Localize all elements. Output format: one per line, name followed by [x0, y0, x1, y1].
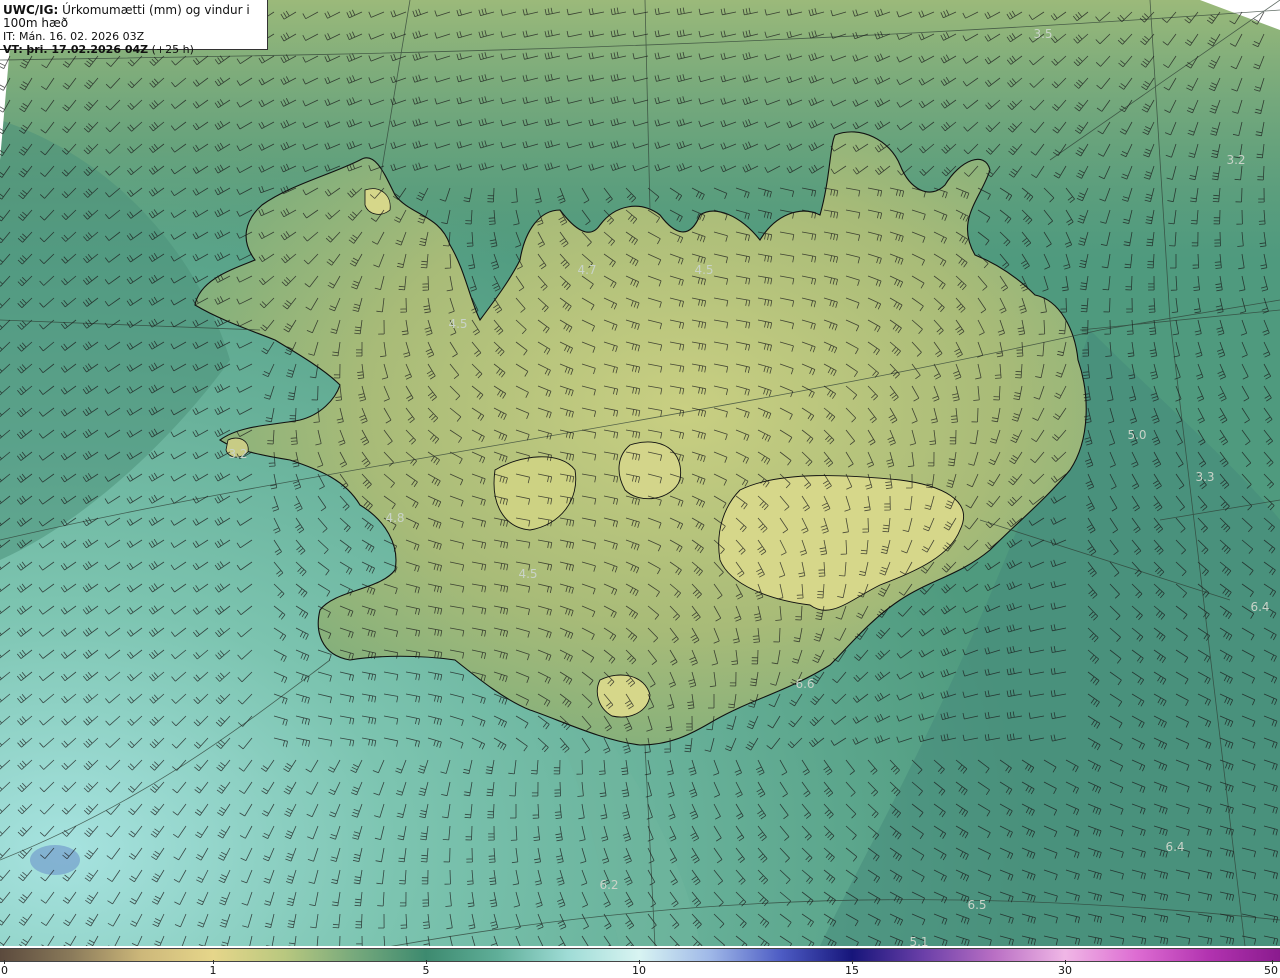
- value-label: 3.2: [1226, 153, 1245, 167]
- value-label: 4.5: [694, 263, 713, 277]
- value-label: 4.5: [448, 317, 467, 331]
- cb-seg-30-50: [1065, 949, 1280, 961]
- map-area[interactable]: 3.5 3.2 4.7 4.5 4.5 3.2 4.8 4.5 5.0 3.3 6.4 6.6 6.4 6…: [0, 0, 1280, 946]
- value-label: 4.5: [518, 567, 537, 581]
- value-label: 3.2: [228, 447, 247, 461]
- colorbar-tick-label: 5: [422, 964, 430, 977]
- value-label: 3.5: [1033, 27, 1052, 41]
- glacier-hofsjokull: [618, 441, 682, 500]
- info-box: UWC/IG: Úrkomumætti (mm) og vindur i 100…: [0, 0, 268, 56]
- init-time: IT: Mán. 16. 02. 2026 03Z: [3, 30, 145, 43]
- model-name: UWC/IG:: [3, 3, 59, 17]
- value-label: 5.1: [909, 935, 928, 946]
- colorbar-tick-label: 0: [1, 964, 8, 977]
- valid-prefix: VT:: [3, 43, 23, 56]
- value-label: 6.2: [599, 878, 618, 892]
- value-label: 4.8: [385, 511, 404, 525]
- title-line: UWC/IG: Úrkomumætti (mm) og vindur i 100…: [3, 4, 267, 30]
- valid-time: þri. 17.02.2026 04Z: [26, 43, 149, 56]
- cb-seg-5-10: [426, 949, 639, 961]
- value-label: 6.4: [1165, 840, 1184, 854]
- colorbar: 0 1 5 10 15 30 50: [0, 948, 1280, 978]
- value-label: 4.7: [577, 263, 596, 277]
- valid-line: VT: þri. 17.02.2026 04Z (+25 h): [3, 43, 267, 56]
- forecast-offset: (+25 h): [151, 43, 194, 56]
- cb-seg-10-15: [639, 949, 852, 961]
- colorbar-tick-label: 15: [845, 964, 859, 977]
- cb-seg-0-1: [0, 949, 213, 961]
- cb-seg-1-5: [213, 949, 426, 961]
- colorbar-tick-label: 10: [632, 964, 646, 977]
- value-label: 3.3: [1195, 470, 1214, 484]
- precipitation-map: 3.5 3.2 4.7 4.5 4.5 3.2 4.8 4.5 5.0 3.3 6.4 6.6 6.4 6…: [0, 0, 1280, 946]
- colorbar-tick-label: 30: [1058, 964, 1072, 977]
- value-label: 6.5: [967, 898, 986, 912]
- colorbar-tick-label: 50: [1264, 964, 1278, 977]
- colorbar-tick-label: 1: [209, 964, 217, 977]
- bright-spot-sw: [30, 845, 80, 875]
- value-label: 6.6: [795, 677, 814, 691]
- cb-seg-15-30: [852, 949, 1065, 961]
- value-label: 5.0: [1127, 428, 1146, 442]
- value-label: 6.4: [1250, 600, 1269, 614]
- colorbar-strip: [0, 948, 1280, 962]
